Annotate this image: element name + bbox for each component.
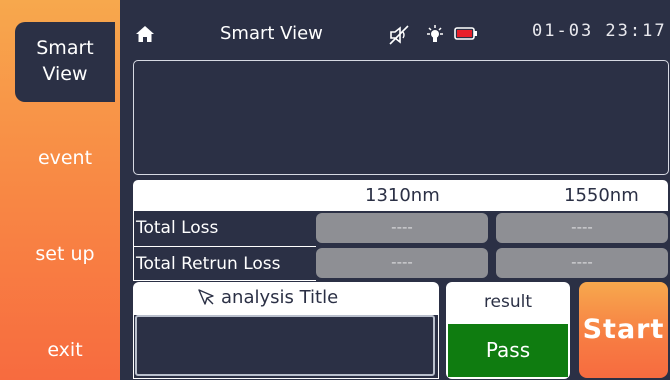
page-title: Smart View — [220, 23, 323, 44]
analysis-title-label: analysis Title — [221, 287, 339, 308]
column-header-1550: 1550nm — [564, 185, 639, 206]
column-header-1310: 1310nm — [365, 185, 440, 206]
home-icon[interactable] — [135, 24, 155, 44]
sidebar-item-event[interactable]: event — [15, 146, 115, 172]
sidebar-item-label: Smart — [36, 37, 94, 60]
result-label: result — [483, 292, 533, 312]
sidebar-item-set-up[interactable]: set up — [15, 242, 115, 268]
total-return-loss-1310-value: ---- — [316, 248, 488, 278]
result-status-badge: Pass — [448, 324, 568, 377]
analysis-title-input[interactable] — [135, 315, 435, 376]
datetime-display: 01-03 23:17 — [532, 21, 667, 41]
total-loss-label: Total Loss — [136, 218, 219, 238]
total-return-loss-label: Total Retrun Loss — [136, 254, 281, 274]
sidebar-item-label: View — [42, 63, 88, 85]
analysis-title-header: analysis Title — [133, 282, 439, 315]
table-divider — [133, 280, 316, 281]
cursor-icon — [198, 289, 214, 305]
total-loss-1310-value: ---- — [316, 213, 488, 243]
wavelength-header: 1310nm 1550nm — [133, 180, 668, 211]
start-button[interactable]: Start — [579, 282, 668, 378]
table-divider — [133, 246, 316, 247]
sidebar-item-exit[interactable]: exit — [15, 338, 115, 364]
result-panel: result Pass — [446, 282, 570, 379]
sidebar: Smart View event set up exit — [0, 0, 120, 380]
sidebar-item-smart-view[interactable]: Smart View — [15, 22, 115, 102]
mute-icon — [389, 25, 409, 45]
header-bar: Smart View 01-03 23:17 — [120, 0, 670, 55]
battery-icon — [454, 27, 477, 40]
bulb-icon — [427, 25, 443, 42]
trace-display-panel — [133, 60, 669, 175]
total-return-loss-1550-value: ---- — [496, 248, 668, 278]
total-loss-1550-value: ---- — [496, 213, 668, 243]
